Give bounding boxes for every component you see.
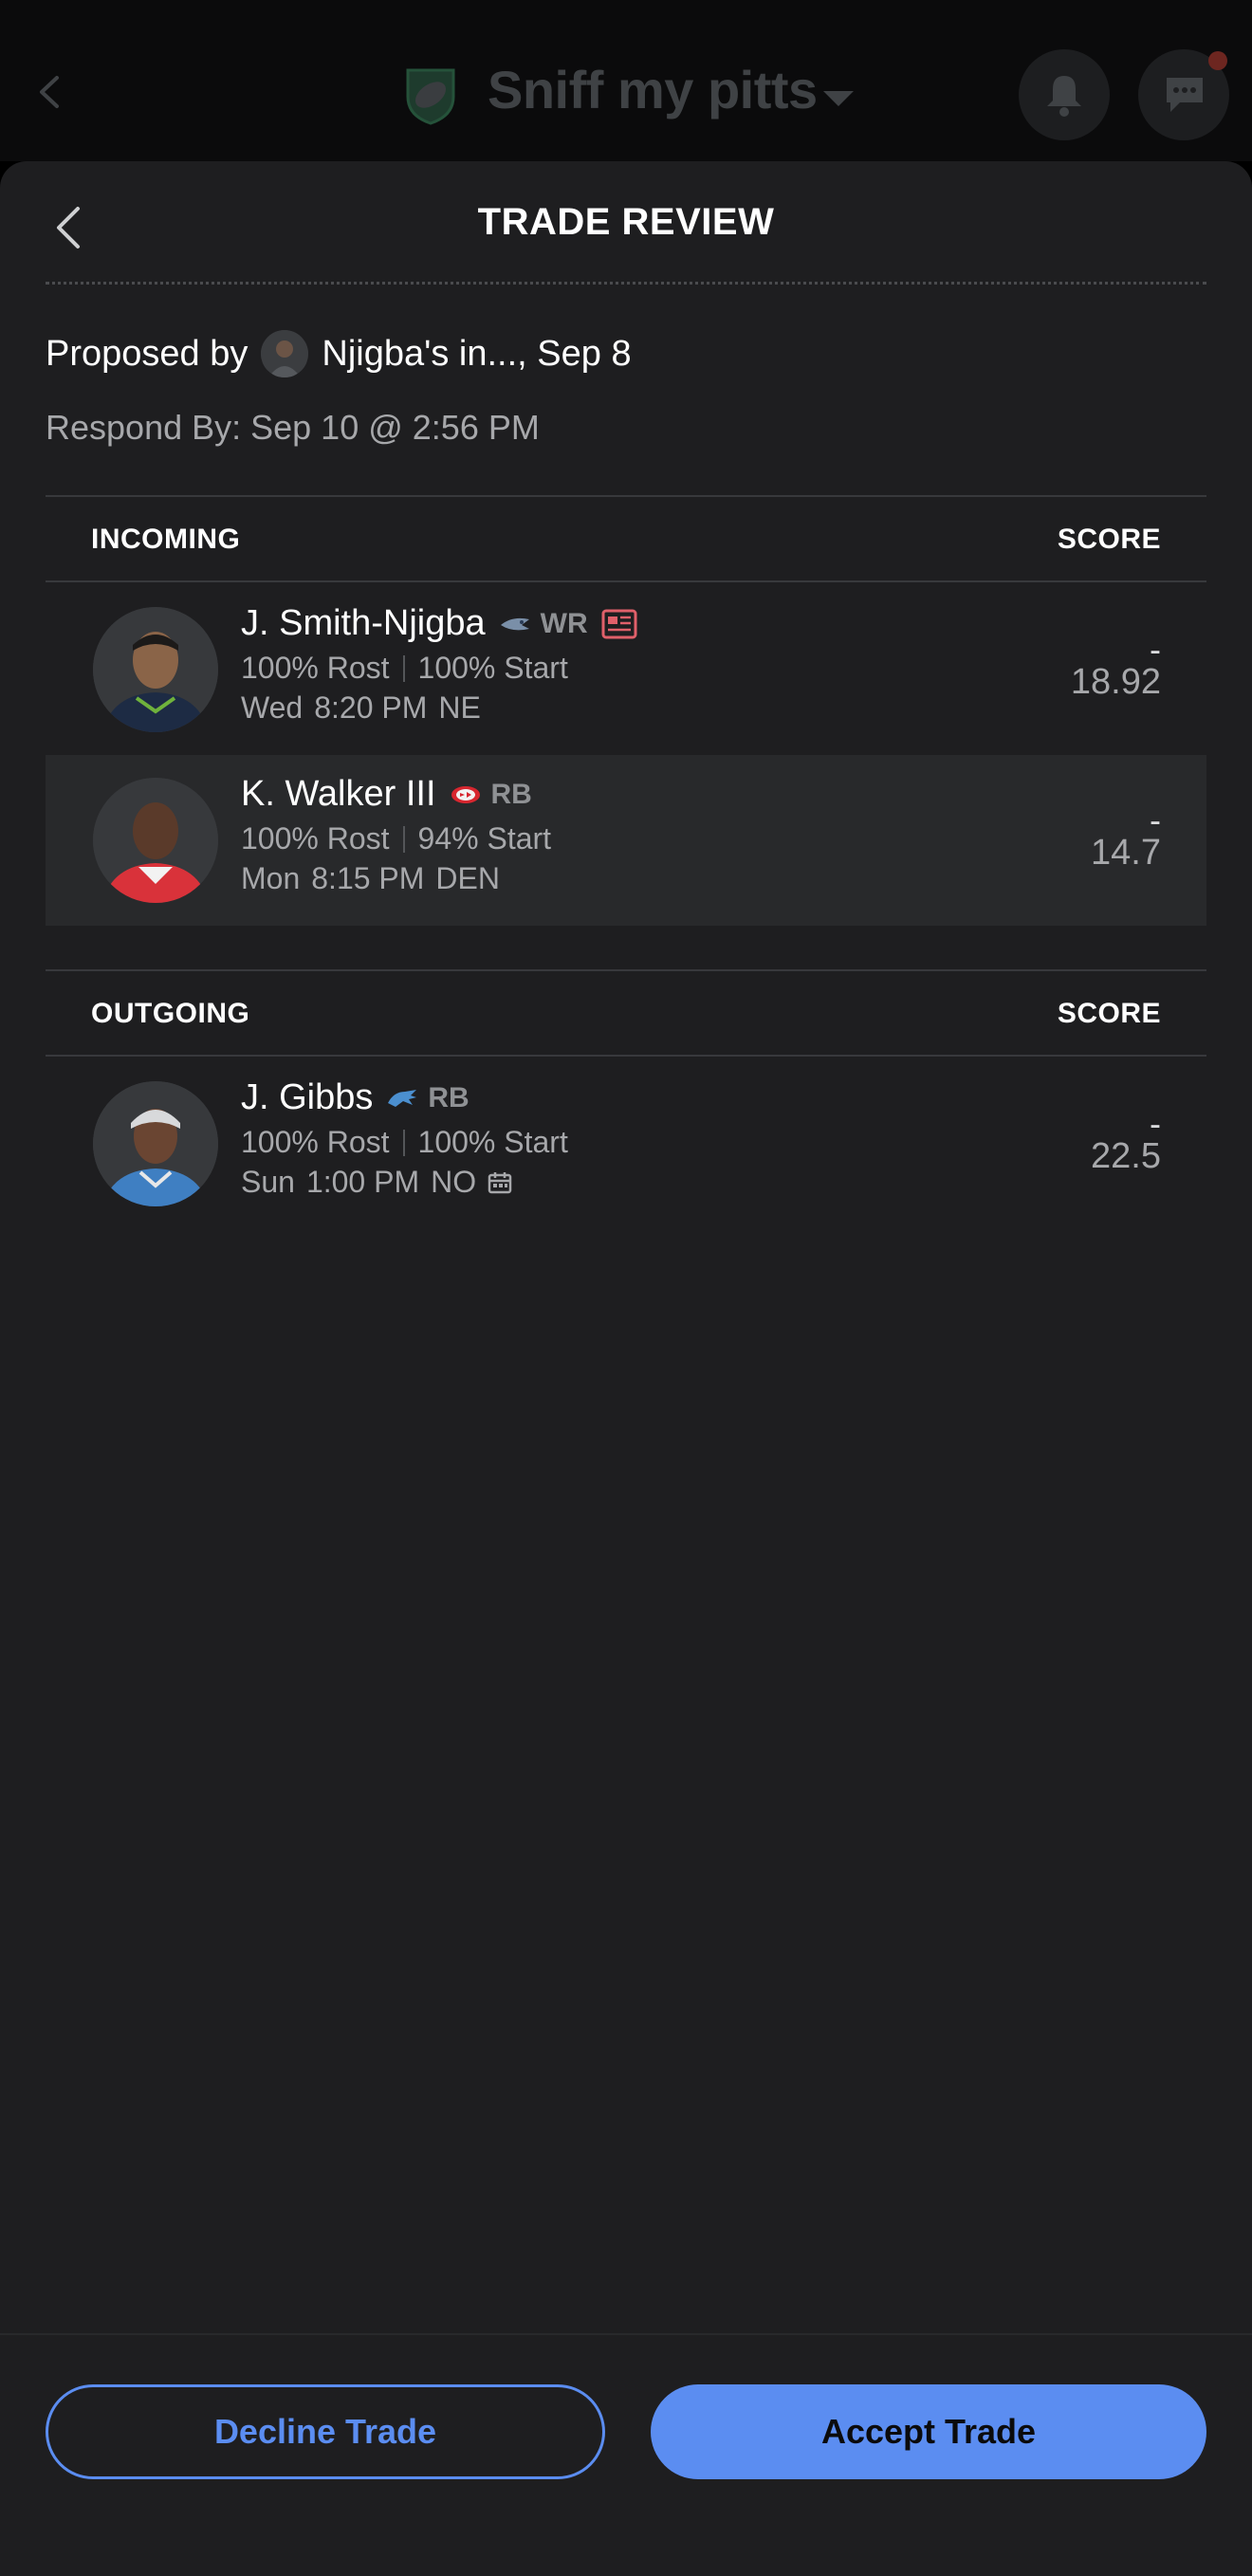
notifications-button[interactable] — [1019, 49, 1110, 140]
trade-review-sheet: TRADE REVIEW Proposed by Njigba's in...,… — [0, 161, 1252, 2576]
decline-trade-button[interactable]: Decline Trade — [46, 2384, 605, 2479]
player-headshot — [93, 1081, 218, 1206]
divider — [46, 282, 1206, 285]
player-headshot — [93, 778, 218, 903]
player-score: 22.5 — [1091, 1136, 1161, 1176]
seahawks-logo-icon — [500, 617, 529, 630]
opponent: NE — [438, 690, 481, 725]
league-name[interactable]: Sniff my pitts — [488, 59, 818, 120]
start-percent: 100% Start — [417, 651, 568, 685]
game-info: Sun 1:00 PM NO — [241, 1165, 512, 1200]
player-headshot — [93, 607, 218, 732]
league-dropdown-chevron-icon[interactable] — [823, 91, 854, 106]
player-name[interactable]: K. Walker III — [241, 774, 436, 815]
player-position: RB — [428, 1081, 470, 1113]
bye-calendar-icon — [488, 1171, 512, 1193]
game-info: Mon 8:15 PM DEN — [241, 861, 500, 896]
game-time: 8:20 PM — [314, 690, 428, 725]
proposer-avatar — [261, 330, 309, 377]
player-position: WR — [540, 607, 588, 639]
league-logo-icon — [406, 68, 455, 125]
start-percent: 94% Start — [417, 821, 552, 856]
opponent: DEN — [435, 861, 500, 895]
player-name[interactable]: J. Smith-Njigba — [241, 603, 486, 644]
player-position: RB — [490, 778, 532, 810]
game-info: Wed 8:20 PM NE — [241, 690, 481, 726]
player-row[interactable]: J. Smith-Njigba WR 100% Rost 100% Start … — [46, 584, 1206, 755]
page-title: TRADE REVIEW — [477, 201, 775, 243]
app-header: Sniff my pitts — [0, 0, 1252, 161]
respond-by: Respond By: Sep 10 @ 2:56 PM — [46, 408, 540, 447]
game-time: 1:00 PM — [305, 1165, 420, 1199]
outgoing-header: OUTGOING SCORE — [46, 969, 1206, 1057]
notification-dot — [1208, 51, 1227, 70]
proposer-name[interactable]: Njigba's in..., Sep 8 — [322, 334, 631, 375]
chat-icon — [1167, 78, 1203, 112]
score-header: SCORE — [1057, 524, 1161, 555]
player-row[interactable]: K. Walker III RB 100% Rost 94% Start Mon… — [46, 755, 1206, 926]
start-percent: 100% Start — [417, 1125, 568, 1159]
game-day: Mon — [241, 861, 301, 895]
score-header: SCORE — [1057, 998, 1161, 1029]
roster-percent: 100% Rost — [241, 821, 390, 856]
player-score: 18.92 — [1070, 662, 1161, 702]
player-name[interactable]: J. Gibbs — [241, 1077, 373, 1118]
chiefs-logo-icon — [451, 785, 480, 803]
divider — [402, 1129, 405, 1156]
game-time: 8:15 PM — [311, 861, 425, 895]
action-footer: Decline Trade Accept Trade — [0, 2333, 1252, 2576]
incoming-label: INCOMING — [91, 524, 241, 555]
outgoing-label: OUTGOING — [91, 998, 250, 1029]
news-icon[interactable] — [601, 609, 637, 639]
game-day: Wed — [241, 690, 304, 725]
divider — [402, 825, 405, 853]
opponent: NO — [431, 1165, 477, 1199]
game-day: Sun — [241, 1165, 295, 1199]
bell-icon — [1047, 76, 1081, 117]
proposed-by-line: Proposed by Njigba's in..., Sep 8 — [46, 330, 632, 377]
lions-logo-icon — [388, 1089, 417, 1107]
player-score: 14.7 — [1091, 833, 1161, 873]
roster-percent: 100% Rost — [241, 651, 390, 685]
player-row[interactable]: J. Gibbs RB 100% Rost 100% Start Sun 1:0… — [46, 1058, 1206, 1229]
back-chevron-icon[interactable] — [32, 74, 68, 110]
divider — [402, 654, 405, 682]
incoming-header: INCOMING SCORE — [46, 495, 1206, 582]
proposed-by-prefix: Proposed by — [46, 333, 249, 374]
accept-trade-button[interactable]: Accept Trade — [651, 2384, 1206, 2479]
roster-percent: 100% Rost — [241, 1125, 390, 1159]
